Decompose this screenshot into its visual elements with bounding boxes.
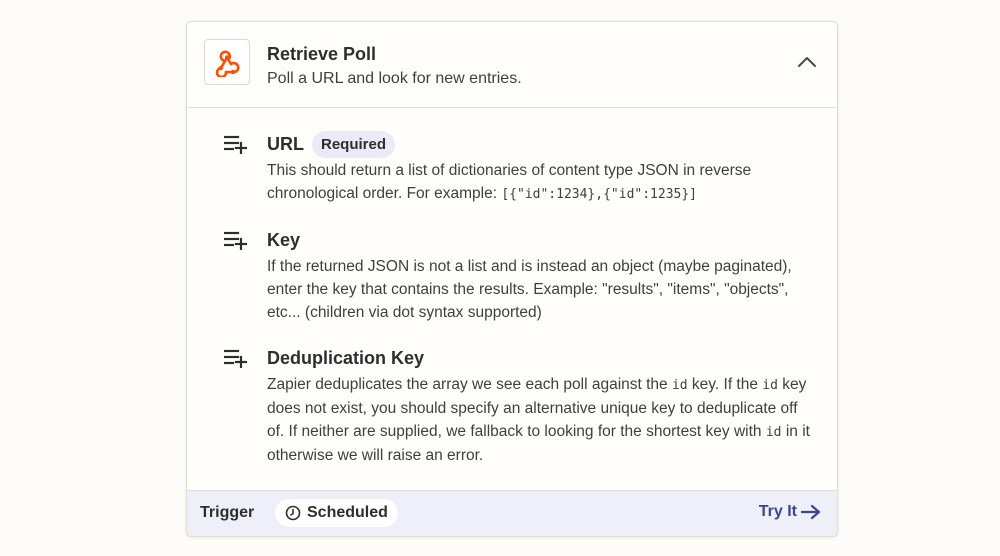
field-dedup-description: Zapier deduplicates the array we see eac… [267,373,811,467]
trigger-label: Trigger [200,504,255,521]
dedup-code-1: id [671,378,688,393]
dedup-text-2: key. If the [687,376,763,393]
scheduled-badge: Scheduled [275,499,398,527]
step-header[interactable]: Retrieve Poll Poll a URL and look for ne… [187,22,837,108]
scheduled-label: Scheduled [307,504,388,521]
dedup-code-3: id [765,425,782,440]
step-footer: Trigger Scheduled Try It [187,490,837,536]
webhook-icon [204,39,250,85]
required-badge: Required [312,130,396,158]
playlist-add-icon [223,348,248,369]
clock-icon [285,505,301,521]
try-it-label: Try It [758,503,797,520]
field-key: Key If the returned JSON is not a list a… [187,226,837,324]
playlist-add-icon [223,230,248,251]
field-dedup: Deduplication Key Zapier deduplicates th… [187,344,837,467]
try-it-button[interactable]: Try It [759,503,821,521]
step-card: Retrieve Poll Poll a URL and look for ne… [186,21,838,537]
field-dedup-name: Deduplication Key [267,347,425,368]
example-code: [{"id":1234},{"id":1235}] [501,187,698,202]
field-list: URL Required This should return a list o… [187,108,837,467]
field-key-description: If the returned JSON is not a list and i… [267,258,792,321]
field-key-name: Key [267,229,301,250]
step-title: Retrieve Poll [267,44,377,64]
field-url: URL Required This should return a list o… [187,130,837,206]
step-subtitle: Poll a URL and look for new entries. [267,70,522,87]
arrow-right-icon [801,504,821,520]
dedup-code-2: id [762,378,778,393]
field-url-name: URL [267,133,304,154]
chevron-up-icon[interactable] [795,50,819,74]
dedup-text-1: Zapier deduplicates the array we see eac… [267,376,672,393]
playlist-add-icon [223,134,248,155]
field-url-description: This should return a list of dictionarie… [267,159,811,206]
